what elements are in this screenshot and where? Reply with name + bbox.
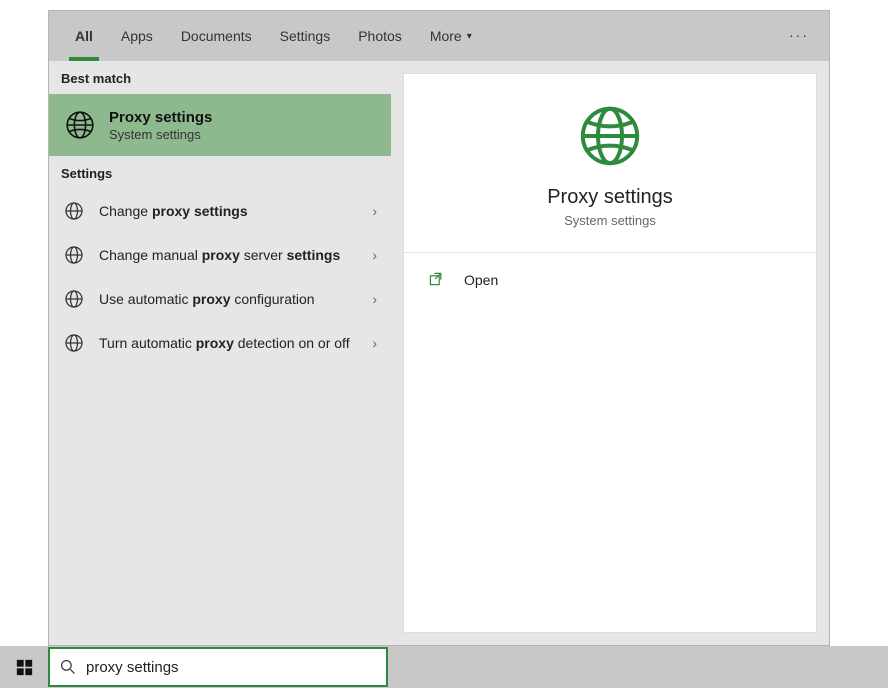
section-header-settings: Settings xyxy=(49,156,391,189)
overflow-menu-button[interactable]: ··· xyxy=(789,27,809,43)
settings-item-automatic-proxy-config[interactable]: Use automatic proxy configuration › xyxy=(49,277,391,321)
chevron-down-icon: ▾ xyxy=(467,31,472,42)
settings-item-label: Turn automatic proxy detection on or off xyxy=(99,334,372,353)
tab-settings[interactable]: Settings xyxy=(266,11,345,61)
search-results-panel: All Apps Documents Settings Photos More … xyxy=(48,10,830,646)
taskbar-search-box[interactable] xyxy=(48,647,388,687)
globe-icon xyxy=(63,244,85,266)
best-match-title: Proxy settings xyxy=(109,109,212,126)
tab-more[interactable]: More ▾ xyxy=(416,11,486,61)
tab-label: More xyxy=(430,28,462,44)
tab-label: All xyxy=(75,28,93,44)
globe-icon xyxy=(63,108,97,142)
globe-icon xyxy=(578,104,642,168)
best-match-result[interactable]: Proxy settings System settings xyxy=(49,94,391,156)
settings-item-label: Change proxy settings xyxy=(99,202,372,221)
preview-actions: Open xyxy=(404,253,816,307)
settings-item-label: Use automatic proxy configuration xyxy=(99,290,372,309)
preview-title: Proxy settings xyxy=(547,186,673,209)
tab-label: Documents xyxy=(181,28,252,44)
tab-label: Photos xyxy=(358,28,402,44)
content-area: Best match Proxy settings System setting… xyxy=(49,61,829,645)
tab-bar: All Apps Documents Settings Photos More … xyxy=(49,11,829,61)
tab-all[interactable]: All xyxy=(61,11,107,61)
preview-subtitle: System settings xyxy=(564,213,656,228)
chevron-right-icon: › xyxy=(372,291,377,307)
globe-icon xyxy=(63,332,85,354)
preview-column: Proxy settings System settings Open xyxy=(391,61,829,645)
tab-label: Apps xyxy=(121,28,153,44)
open-icon xyxy=(428,271,446,289)
settings-list: Change proxy settings › Change manual pr… xyxy=(49,189,391,365)
tab-label: Settings xyxy=(280,28,331,44)
preview-card: Proxy settings System settings Open xyxy=(403,73,817,633)
settings-item-change-manual-proxy[interactable]: Change manual proxy server settings › xyxy=(49,233,391,277)
results-column: Best match Proxy settings System setting… xyxy=(49,61,391,645)
preview-header: Proxy settings System settings xyxy=(404,74,816,253)
settings-item-label: Change manual proxy server settings xyxy=(99,246,372,265)
best-match-text: Proxy settings System settings xyxy=(109,109,212,142)
taskbar xyxy=(0,646,888,688)
globe-icon xyxy=(63,200,85,222)
settings-item-automatic-proxy-detection[interactable]: Turn automatic proxy detection on or off… xyxy=(49,321,391,365)
chevron-right-icon: › xyxy=(372,203,377,219)
section-header-best-match: Best match xyxy=(49,61,391,94)
search-input[interactable] xyxy=(86,659,376,676)
chevron-right-icon: › xyxy=(372,335,377,351)
chevron-right-icon: › xyxy=(372,247,377,263)
open-action-label: Open xyxy=(464,272,498,288)
tab-apps[interactable]: Apps xyxy=(107,11,167,61)
settings-item-change-proxy-settings[interactable]: Change proxy settings › xyxy=(49,189,391,233)
open-action[interactable]: Open xyxy=(404,261,816,299)
start-button[interactable] xyxy=(0,646,48,688)
best-match-subtitle: System settings xyxy=(109,127,212,142)
windows-icon xyxy=(16,659,33,676)
tab-photos[interactable]: Photos xyxy=(344,11,416,61)
globe-icon xyxy=(63,288,85,310)
search-icon xyxy=(60,659,76,675)
tab-documents[interactable]: Documents xyxy=(167,11,266,61)
